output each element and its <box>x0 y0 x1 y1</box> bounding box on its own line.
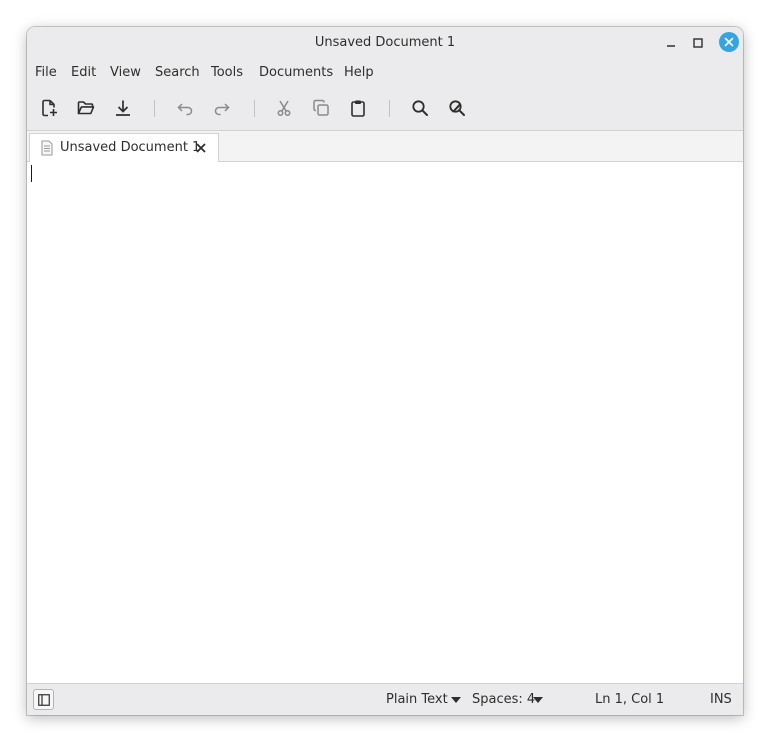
minimize-button[interactable] <box>661 33 681 53</box>
side-panel-toggle-button[interactable] <box>33 689 54 710</box>
side-panel-icon <box>37 693 50 706</box>
menu-search[interactable]: Search <box>155 65 200 80</box>
maximize-icon <box>693 38 703 48</box>
maximize-button[interactable] <box>688 33 708 53</box>
cut-button[interactable] <box>271 95 297 121</box>
menu-tools[interactable]: Tools <box>211 65 243 80</box>
copy-icon <box>313 99 329 116</box>
toolbar-separator <box>154 100 155 117</box>
menu-help[interactable]: Help <box>344 65 374 80</box>
search-button[interactable] <box>407 95 433 121</box>
text-document-icon <box>41 140 53 156</box>
paste-icon <box>351 100 365 117</box>
chevron-down-icon[interactable] <box>451 697 461 703</box>
text-editor-area[interactable] <box>27 162 743 683</box>
new-document-button[interactable] <box>36 95 62 121</box>
status-bar: Plain Text Spaces: 4 Ln 1, Col 1 INS <box>27 683 743 715</box>
undo-button[interactable] <box>172 95 198 121</box>
redo-icon <box>214 103 230 116</box>
find-replace-icon <box>449 100 465 116</box>
save-button[interactable] <box>110 95 136 121</box>
text-cursor <box>31 165 32 182</box>
menu-file[interactable]: File <box>35 65 57 80</box>
tab-unsaved-document-1[interactable]: Unsaved Document 1 <box>29 133 219 162</box>
save-download-icon <box>116 100 130 116</box>
toolbar-separator <box>254 100 255 117</box>
minimize-icon <box>667 45 675 47</box>
indent-selector[interactable]: Spaces: 4 <box>472 692 535 707</box>
close-tab-icon[interactable] <box>195 142 207 154</box>
open-button[interactable] <box>73 95 99 121</box>
cursor-position: Ln 1, Col 1 <box>595 692 665 707</box>
menu-documents[interactable]: Documents <box>259 65 333 80</box>
chevron-down-icon[interactable] <box>533 697 543 703</box>
title-bar[interactable]: Unsaved Document 1 <box>27 27 743 58</box>
editor-window: Unsaved Document 1 File Edit View Search… <box>27 27 743 715</box>
cut-icon <box>277 100 291 116</box>
toolbar <box>27 88 743 131</box>
new-document-icon <box>42 99 57 117</box>
open-folder-icon <box>77 101 95 115</box>
menu-view[interactable]: View <box>110 65 141 80</box>
search-icon <box>412 100 428 116</box>
close-window-button[interactable] <box>719 32 739 52</box>
paste-button[interactable] <box>345 95 371 121</box>
window-title: Unsaved Document 1 <box>314 35 456 50</box>
tab-strip: Unsaved Document 1 <box>27 131 743 162</box>
redo-button[interactable] <box>209 95 235 121</box>
copy-button[interactable] <box>308 95 334 121</box>
language-selector[interactable]: Plain Text <box>386 692 448 707</box>
menu-edit[interactable]: Edit <box>71 65 96 80</box>
insert-mode-indicator: INS <box>710 692 732 707</box>
toolbar-separator <box>389 100 390 117</box>
close-icon <box>724 37 734 47</box>
tab-label: Unsaved Document 1 <box>60 140 201 155</box>
menu-bar: File Edit View Search Tools Documents He… <box>27 58 743 88</box>
undo-icon <box>177 103 193 116</box>
find-replace-button[interactable] <box>444 95 470 121</box>
